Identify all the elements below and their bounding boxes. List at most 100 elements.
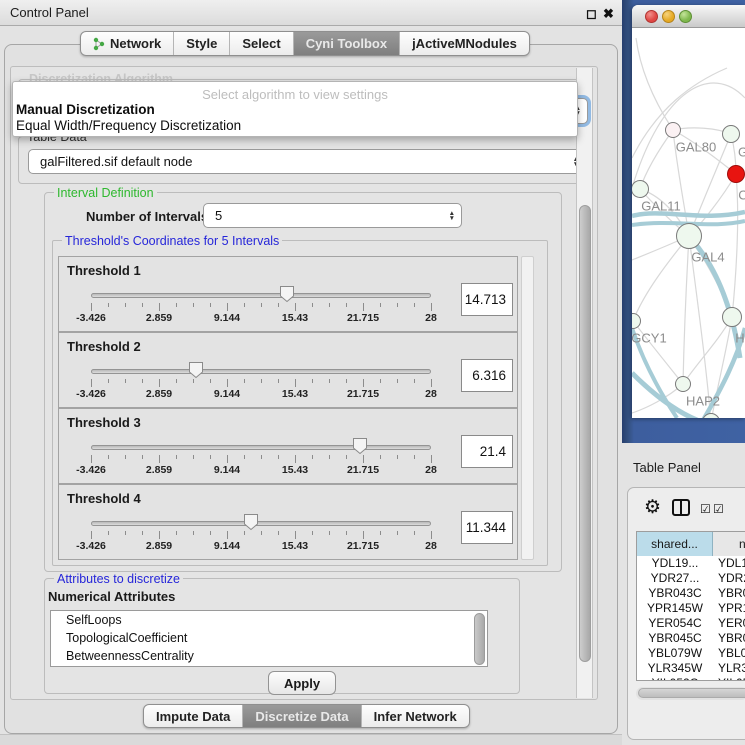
node-label: C [738, 188, 745, 203]
tab-style[interactable]: Style [174, 32, 230, 55]
cell-shared-name[interactable]: YBR043C [637, 586, 713, 601]
network-node[interactable] [676, 223, 702, 249]
threshold-value-field[interactable]: 6.316 [461, 359, 513, 392]
checkbox-icon[interactable]: ☑ [700, 502, 711, 516]
cell-shared-name[interactable]: YBR045C [637, 631, 713, 646]
pane-scrollbar-thumb[interactable] [579, 205, 591, 662]
node-label: H [735, 331, 744, 346]
node-label: G [738, 145, 745, 160]
table-row[interactable]: YPR145WYPR145W [637, 601, 745, 616]
cell-shared-name[interactable]: YLR345W [637, 661, 713, 676]
cell-name[interactable]: YIL052C [713, 676, 745, 681]
threshold-row: Threshold 2 -3.4262.8599.14415.4321.7152… [58, 332, 518, 408]
algorithm-option-manual[interactable]: Manual Discretization [16, 102, 155, 117]
apply-button[interactable]: Apply [268, 671, 336, 695]
thresholds-scrollbar[interactable] [521, 256, 534, 560]
pane-scrollbar[interactable] [576, 68, 593, 698]
close-traffic-light-icon[interactable] [645, 10, 658, 23]
algorithm-option-equal-width[interactable]: Equal Width/Frequency Discretization [16, 118, 241, 133]
tab-select[interactable]: Select [230, 32, 293, 55]
cell-name[interactable]: YBR043C [713, 586, 745, 601]
tick-label: -3.426 [76, 540, 106, 552]
network-view-window: GAL80GCGAL11GAL4GCY1HHAP2 [632, 5, 745, 418]
node-attribute-table[interactable]: shared... name YDL19...YDL19YDR27...YDR2… [636, 531, 745, 681]
table-row[interactable]: YBR045CYBR045C [637, 631, 745, 646]
column-header-name[interactable]: name [713, 532, 745, 556]
settings-gear-icon[interactable]: ⚙ [644, 496, 661, 519]
cell-name[interactable]: YPR145W [713, 601, 745, 616]
cell-shared-name[interactable]: YPR145W [637, 601, 713, 616]
table-data-combobox[interactable]: galFiltered.sif default node ▲▼ [28, 149, 586, 174]
table-row[interactable]: YIL052CYIL052C [637, 676, 745, 681]
table-hscrollbar-thumb[interactable] [638, 688, 745, 698]
tick-label: 2.859 [146, 540, 172, 552]
tab-jactivemnodules[interactable]: jActiveMNodules [400, 32, 529, 55]
cell-shared-name[interactable]: YIL052C [637, 676, 713, 681]
slider-thumb-icon[interactable] [243, 513, 259, 531]
split-view-icon[interactable] [672, 499, 690, 516]
tick-label: 21.715 [347, 464, 379, 476]
numerical-attributes-label: Numerical Attributes [48, 589, 175, 604]
slider-thumb-icon[interactable] [279, 285, 295, 303]
tab-discretize-data[interactable]: Discretize Data [243, 705, 361, 727]
cell-name[interactable]: YDL19 [713, 556, 745, 571]
cell-name[interactable]: YLR345W [713, 661, 745, 676]
close-icon[interactable]: ✖ [603, 6, 614, 22]
threshold-row: Threshold 4 -3.4262.8599.14415.4321.7152… [58, 484, 518, 560]
network-node[interactable] [722, 307, 742, 327]
slider-thumb-icon[interactable] [188, 361, 204, 379]
cell-shared-name[interactable]: YBL079W [637, 646, 713, 661]
tab-network[interactable]: Network [81, 32, 174, 55]
table-row[interactable]: YER054CYER054C [637, 616, 745, 631]
table-hscrollbar[interactable] [636, 687, 745, 700]
network-canvas[interactable]: GAL80GCGAL11GAL4GCY1HHAP2 [632, 28, 745, 418]
cell-shared-name[interactable]: YER054C [637, 616, 713, 631]
table-row[interactable]: YDR27...YDR27 [637, 571, 745, 586]
column-header-shared-name[interactable]: shared... [637, 532, 713, 556]
tab-cyni-toolbox[interactable]: Cyni Toolbox [294, 32, 400, 55]
list-scrollbar-thumb[interactable] [474, 613, 485, 665]
network-node[interactable] [727, 165, 745, 183]
slider-tick-labels: -3.4262.8599.14415.4321.71528 [91, 312, 431, 324]
screenshot-root: Control Panel ◻ ✖ Network Style Select C… [0, 0, 745, 745]
attribute-list-item[interactable]: TopologicalCoefficient [51, 629, 487, 647]
cell-name[interactable]: YBL079W [713, 646, 745, 661]
table-row[interactable]: YBL079WYBL079W [637, 646, 745, 661]
threshold-value-field[interactable]: 21.4 [461, 435, 513, 468]
attribute-list-item[interactable]: BetweennessCentrality [51, 647, 487, 665]
numerical-attributes-list[interactable]: SelfLoopsTopologicalCoefficientBetweenne… [50, 610, 488, 667]
panel-title: Control Panel [10, 5, 89, 20]
cell-name[interactable]: YER054C [713, 616, 745, 631]
threshold-value-field[interactable]: 11.344 [461, 511, 513, 544]
network-node[interactable] [665, 122, 681, 138]
table-row[interactable]: YBR043CYBR043C [637, 586, 745, 601]
threshold-slider[interactable] [91, 293, 431, 298]
tick-label: 2.859 [146, 312, 172, 324]
cell-shared-name[interactable]: YDL19... [637, 556, 713, 571]
tab-impute-data[interactable]: Impute Data [144, 705, 243, 727]
table-panel-titlebar: Table Panel [622, 443, 745, 487]
float-window-icon[interactable]: ◻ [586, 6, 597, 22]
table-row[interactable]: YDL19...YDL19 [637, 556, 745, 571]
number-of-intervals-combobox[interactable]: 5 ▲▼ [203, 203, 462, 228]
threshold-slider[interactable] [91, 445, 431, 450]
network-icon [93, 37, 105, 51]
cell-shared-name[interactable]: YDR27... [637, 571, 713, 586]
attribute-list-item[interactable]: SelfLoops [51, 611, 487, 629]
tick-label: 9.144 [214, 388, 240, 400]
threshold-slider[interactable] [91, 369, 431, 374]
threshold-value-field[interactable]: 14.713 [461, 283, 513, 316]
network-node[interactable] [675, 376, 691, 392]
zoom-traffic-light-icon[interactable] [679, 10, 692, 23]
minimize-traffic-light-icon[interactable] [662, 10, 675, 23]
node-label: GAL11 [641, 199, 681, 214]
tab-infer-network[interactable]: Infer Network [362, 705, 469, 727]
network-node[interactable] [722, 125, 740, 143]
cell-name[interactable]: YBR045C [713, 631, 745, 646]
slider-thumb-icon[interactable] [352, 437, 368, 455]
threshold-slider[interactable] [91, 521, 431, 526]
checkbox-icon[interactable]: ☑ [713, 502, 724, 516]
table-row[interactable]: YLR345WYLR345W [637, 661, 745, 676]
cell-name[interactable]: YDR27 [713, 571, 745, 586]
tick-label: 21.715 [347, 388, 379, 400]
